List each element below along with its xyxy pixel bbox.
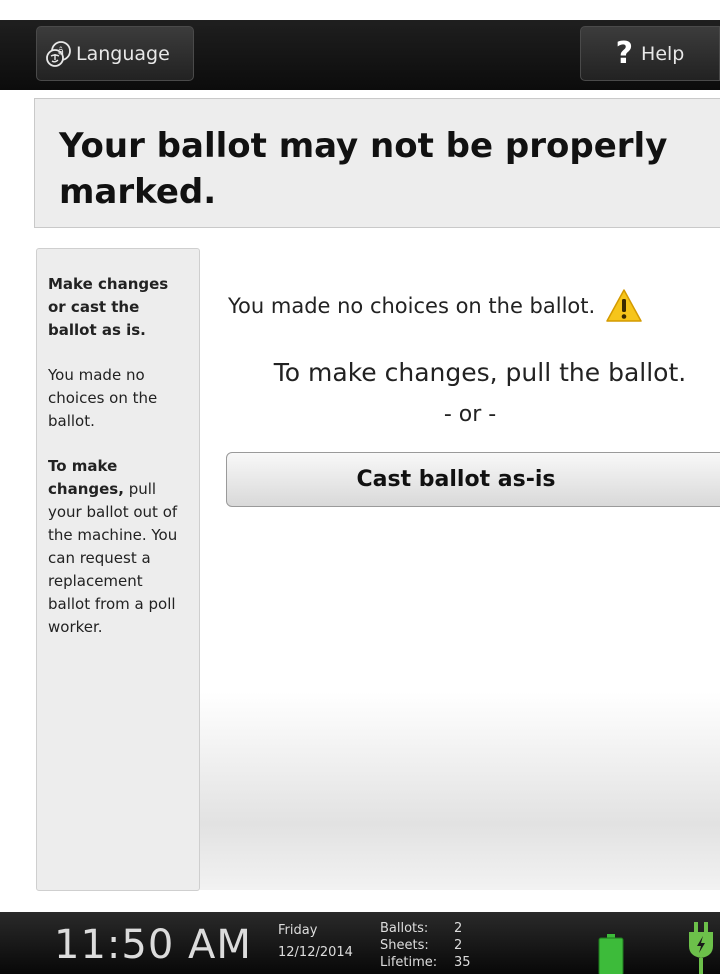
- date-block: Friday 12/12/2014: [278, 920, 353, 964]
- sheets-counter: Sheets: 2: [380, 938, 463, 953]
- language-label: Language: [76, 42, 170, 65]
- main-panel: You made no choices on the ballot. To ma…: [200, 230, 720, 890]
- no-choices-message: You made no choices on the ballot.: [228, 288, 643, 324]
- title-banner: Your ballot may not be properly marked.: [34, 98, 720, 228]
- help-sidebar: Make changes or cast the ballot as is. Y…: [36, 248, 200, 891]
- warning-icon: [606, 289, 642, 322]
- language-button[interactable]: â Language: [36, 26, 194, 81]
- language-icon: â: [46, 40, 71, 67]
- lifetime-counter: Lifetime: 35: [380, 955, 471, 970]
- pull-ballot-message: To make changes, pull the ballot.: [273, 358, 687, 387]
- ballot-counters: Ballots: 2 Sheets: 2 Lifetime: 35: [380, 920, 471, 971]
- day-label: Friday: [278, 923, 318, 938]
- sidebar-no-choices-text: You made no choices on the ballot.: [48, 366, 158, 430]
- sidebar-heading: Make changes or cast the ballot as is.: [48, 275, 169, 339]
- power-plug-icon: [689, 922, 713, 974]
- cast-ballot-button[interactable]: Cast ballot as-is: [226, 452, 720, 507]
- help-icon: ?: [615, 36, 634, 71]
- help-label: Help: [641, 42, 685, 65]
- help-button[interactable]: ? Help: [580, 26, 720, 81]
- ballots-counter: Ballots: 2: [380, 921, 463, 936]
- status-bar: 11:50 AM Friday 12/12/2014 Ballots: 2 She…: [0, 912, 720, 974]
- or-separator: - or -: [443, 402, 497, 427]
- clock-time: 11:50 AM: [54, 922, 252, 968]
- sidebar-instructions: To make changes, pull your ballot out of…: [48, 457, 178, 636]
- page-title: Your ballot may not be properly marked.: [59, 126, 668, 212]
- top-bar: â Language ? Help: [0, 20, 720, 90]
- battery-icon: [598, 934, 624, 974]
- date-label: 12/12/2014: [278, 945, 353, 960]
